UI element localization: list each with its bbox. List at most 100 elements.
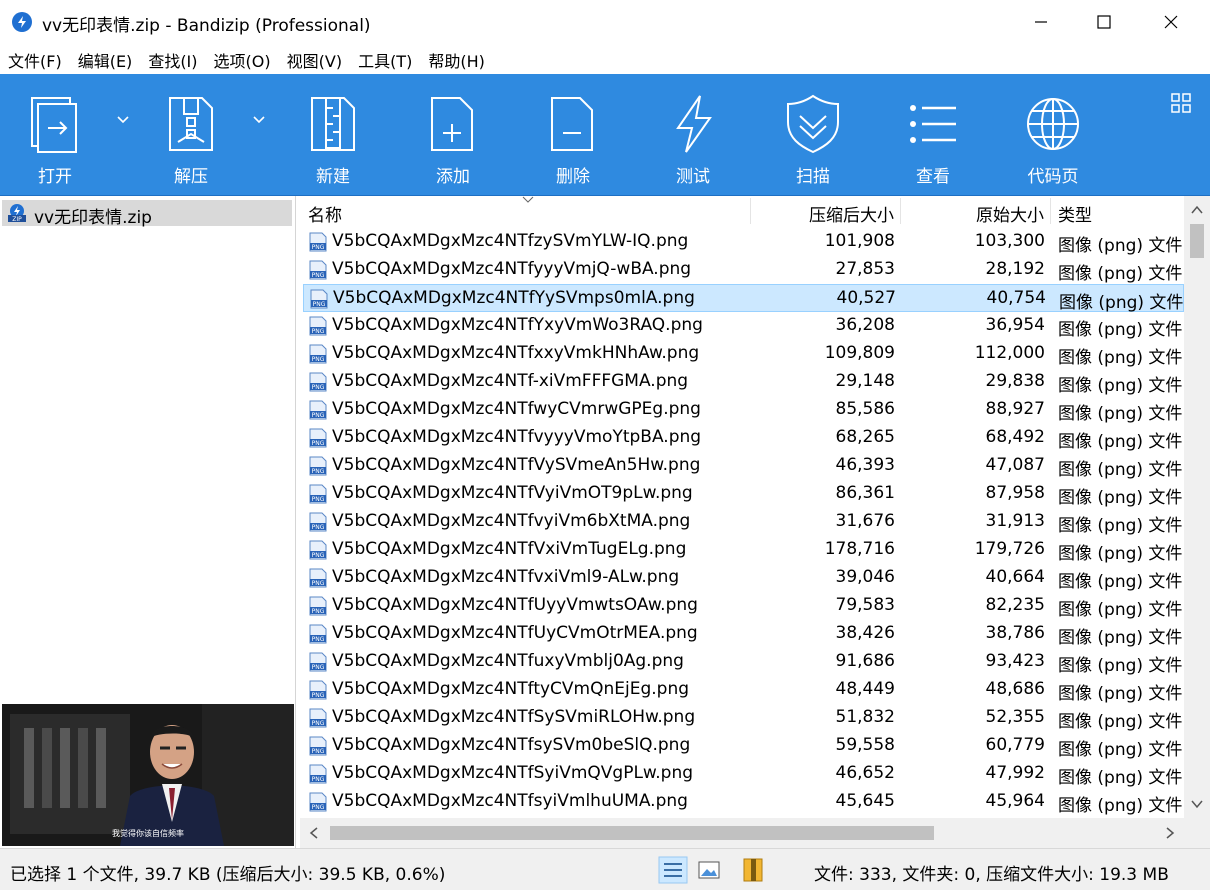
archive-info-icon[interactable] [738, 856, 768, 884]
vertical-scroll-thumb[interactable] [1190, 224, 1204, 258]
column-compressed[interactable]: 压缩后大小 [752, 196, 896, 226]
png-file-icon: PNG [308, 400, 328, 420]
scroll-right-icon[interactable] [1162, 825, 1178, 841]
vertical-scrollbar[interactable] [1184, 196, 1210, 818]
png-file-icon: PNG [308, 456, 328, 476]
svg-text:PNG: PNG [312, 636, 325, 643]
png-file-icon: PNG [308, 568, 328, 588]
bandizip-window: vv无印表情.zip - Bandizip (Professional) 文件(… [0, 0, 1210, 890]
svg-text:PNG: PNG [312, 272, 325, 279]
column-divider[interactable] [900, 198, 901, 224]
file-row[interactable]: PNG V5bCQAxMDgxMzc4NTfVyiVmOT9pLw.png 86,3… [303, 480, 1184, 508]
open-dropdown-icon[interactable] [115, 114, 131, 126]
png-file-icon: PNG [308, 484, 328, 504]
extract-dropdown-icon[interactable] [251, 114, 267, 126]
file-row[interactable]: PNG V5bCQAxMDgxMzc4NTfyyyVmjQ-wBA.png 27,8… [303, 256, 1184, 284]
minimize-button[interactable] [1010, 0, 1072, 44]
layout-toggle-icon[interactable] [1170, 92, 1194, 114]
menu-tools[interactable]: 工具(T) [350, 44, 420, 74]
file-original-size: 87,958 [985, 483, 1045, 503]
horizontal-scroll-thumb[interactable] [330, 826, 934, 840]
scan-button[interactable]: 扫描 [758, 74, 868, 196]
file-row[interactable]: PNG V5bCQAxMDgxMzc4NTfSySVmiRLOHw.png 51,8… [303, 704, 1184, 732]
menu-find[interactable]: 查找(I) [140, 44, 205, 74]
maximize-button[interactable] [1073, 0, 1135, 44]
column-type[interactable]: 类型 [1058, 196, 1178, 226]
extract-button[interactable]: 解压 [136, 74, 246, 196]
file-type: 图像 (png) 文件 [1058, 264, 1183, 284]
open-label: 打开 [38, 167, 72, 187]
file-row[interactable]: PNG V5bCQAxMDgxMzc4NTfsyiVmlhuUMA.png 45,6… [303, 788, 1184, 816]
file-compressed-size: 31,676 [835, 511, 895, 531]
maximize-icon [1097, 15, 1111, 29]
file-row[interactable]: PNG V5bCQAxMDgxMzc4NTfUyyVmwtsOAw.png 79,5… [303, 592, 1184, 620]
column-divider[interactable] [750, 198, 751, 224]
file-compressed-size: 45,645 [835, 791, 895, 811]
file-compressed-size: 48,449 [835, 679, 895, 699]
globe-icon [1027, 98, 1079, 150]
file-list-pane: 名称 压缩后大小 原始大小 类型 PNG V5bCQAxMDgxMzc4NTfzy… [300, 196, 1210, 848]
file-row[interactable]: PNG V5bCQAxMDgxMzc4NTfVxiVmTugELg.png 178,… [303, 536, 1184, 564]
view-button[interactable]: 查看 [878, 74, 988, 196]
file-name: V5bCQAxMDgxMzc4NTfYxyVmWo3RAQ.png [332, 315, 703, 335]
file-compressed-size: 79,583 [835, 595, 895, 615]
png-file-icon: PNG [308, 596, 328, 616]
file-type: 图像 (png) 文件 [1058, 376, 1183, 396]
file-row[interactable]: PNG V5bCQAxMDgxMzc4NTfuxyVmblj0Ag.png 91,6… [303, 648, 1184, 676]
file-compressed-size: 40,527 [836, 288, 896, 308]
menu-edit[interactable]: 编辑(E) [70, 44, 141, 74]
codepage-button[interactable]: 代码页 [998, 74, 1108, 196]
open-button[interactable]: 打开 [0, 74, 110, 196]
menu-options[interactable]: 选项(O) [206, 44, 279, 74]
file-original-size: 47,087 [985, 455, 1045, 475]
menu-file[interactable]: 文件(F) [0, 44, 70, 74]
menu-view[interactable]: 视图(V) [279, 44, 350, 74]
file-row[interactable]: PNG V5bCQAxMDgxMzc4NTftyCVmQnEjEg.png 48,4… [303, 676, 1184, 704]
file-row[interactable]: PNG V5bCQAxMDgxMzc4NTfSyiVmQVgPLw.png 46,6… [303, 760, 1184, 788]
close-button[interactable] [1140, 0, 1202, 44]
file-original-size: 40,754 [986, 288, 1046, 308]
add-label: 添加 [436, 167, 470, 187]
file-original-size: 68,492 [985, 427, 1045, 447]
scroll-left-icon[interactable] [306, 825, 322, 841]
folder-tree-pane: ZIP vv无印表情.zip 我觉得你该自信频率 [0, 196, 296, 848]
column-divider[interactable] [1050, 198, 1051, 224]
title-bar: vv无印表情.zip - Bandizip (Professional) [0, 0, 1210, 44]
svg-text:PNG: PNG [312, 608, 325, 615]
test-button[interactable]: 测试 [638, 74, 748, 196]
file-row[interactable]: PNG V5bCQAxMDgxMzc4NTfvyyyVmoYtpBA.png 68,… [303, 424, 1184, 452]
file-row[interactable]: PNG V5bCQAxMDgxMzc4NTfsySVm0beSlQ.png 59,5… [303, 732, 1184, 760]
file-row[interactable]: PNG V5bCQAxMDgxMzc4NTfYySVmps0mlA.png 40,5… [303, 284, 1184, 313]
file-type: 图像 (png) 文件 [1058, 712, 1183, 732]
png-file-icon: PNG [308, 736, 328, 756]
horizontal-scrollbar[interactable] [300, 818, 1184, 848]
file-original-size: 82,235 [985, 595, 1045, 615]
scroll-down-icon[interactable] [1189, 796, 1205, 812]
file-row[interactable]: PNG V5bCQAxMDgxMzc4NTfxxyVmkHNhAw.png 109,… [303, 340, 1184, 368]
image-preview: 我觉得你该自信频率 [2, 704, 294, 846]
details-view-icon[interactable] [658, 856, 688, 884]
file-row[interactable]: PNG V5bCQAxMDgxMzc4NTf-xiVmFFFGMA.png 29,1… [303, 368, 1184, 396]
column-original[interactable]: 原始大小 [902, 196, 1046, 226]
file-row[interactable]: PNG V5bCQAxMDgxMzc4NTfYxyVmWo3RAQ.png 36,2… [303, 312, 1184, 340]
delete-button[interactable]: 删除 [518, 74, 628, 196]
file-type: 图像 (png) 文件 [1058, 796, 1183, 816]
file-row[interactable]: PNG V5bCQAxMDgxMzc4NTfvxiVml9-ALw.png 39,0… [303, 564, 1184, 592]
menu-help[interactable]: 帮助(H) [420, 44, 493, 74]
tree-item-archive[interactable]: ZIP vv无印表情.zip [2, 200, 292, 228]
svg-text:PNG: PNG [312, 720, 325, 727]
scroll-up-icon[interactable] [1189, 202, 1205, 218]
file-row[interactable]: PNG V5bCQAxMDgxMzc4NTfwyCVmrwGPEg.png 85,5… [303, 396, 1184, 424]
thumbnail-view-icon[interactable] [694, 856, 724, 884]
new-button[interactable]: 新建 [278, 74, 388, 196]
png-file-icon: PNG [308, 540, 328, 560]
file-row[interactable]: PNG V5bCQAxMDgxMzc4NTfzySVmYLW-IQ.png 101,… [303, 228, 1184, 256]
file-compressed-size: 59,558 [835, 735, 895, 755]
test-label: 测试 [676, 167, 710, 187]
file-row[interactable]: PNG V5bCQAxMDgxMzc4NTfVySVmeAn5Hw.png 46,3… [303, 452, 1184, 480]
add-button[interactable]: 添加 [398, 74, 508, 196]
file-type: 图像 (png) 文件 [1058, 348, 1183, 368]
file-name: V5bCQAxMDgxMzc4NTfvxiVml9-ALw.png [332, 567, 680, 587]
file-row[interactable]: PNG V5bCQAxMDgxMzc4NTfvyiVm6bXtMA.png 31,6… [303, 508, 1184, 536]
file-row[interactable]: PNG V5bCQAxMDgxMzc4NTfUyCVmOtrMEA.png 38,4… [303, 620, 1184, 648]
